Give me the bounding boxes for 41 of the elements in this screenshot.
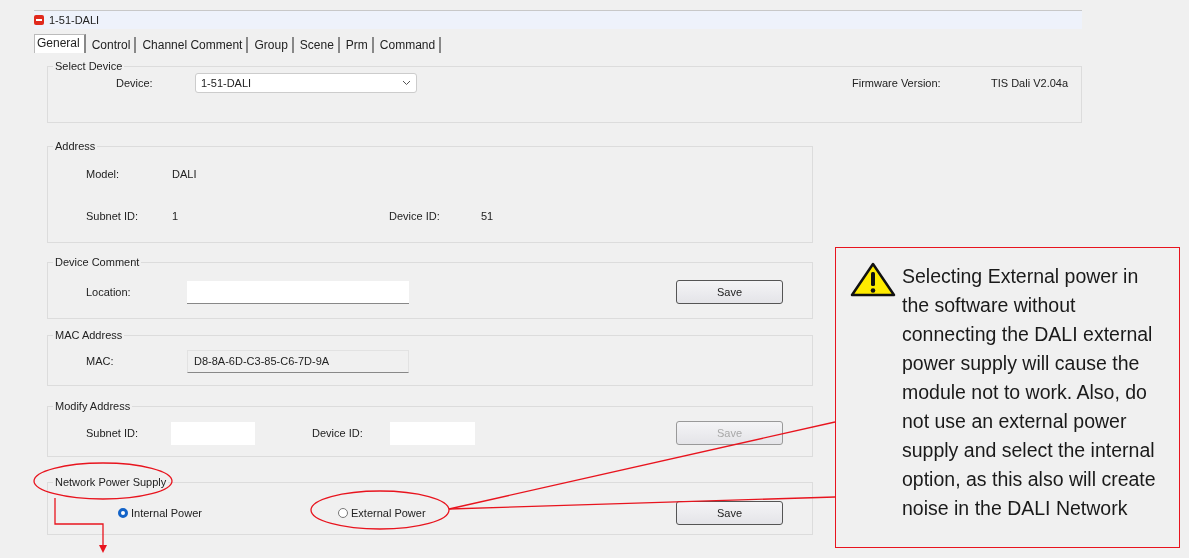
tab[interactable]: Group bbox=[252, 37, 294, 53]
group-title: Address bbox=[54, 140, 97, 153]
tab[interactable]: Scene bbox=[297, 37, 340, 53]
field-value: 1 bbox=[172, 208, 180, 224]
field-label: Location: bbox=[86, 284, 132, 300]
mac-field[interactable]: D8-8A-6D-C3-85-C6-7D-9A bbox=[187, 350, 409, 373]
radio-button[interactable] bbox=[338, 508, 348, 518]
field-value: 51 bbox=[481, 208, 494, 224]
chevron-icon bbox=[402, 80, 411, 86]
radio-label[interactable]: Internal Power bbox=[131, 504, 202, 522]
window-title: 1-51-DALI bbox=[49, 12, 100, 28]
tab[interactable]: Control bbox=[89, 37, 137, 53]
field-label: Device ID: bbox=[389, 208, 441, 224]
field-label: Subnet ID: bbox=[86, 425, 139, 441]
radio-label[interactable]: External Power bbox=[351, 504, 426, 522]
location-field[interactable] bbox=[187, 280, 409, 304]
field-label: Model: bbox=[86, 166, 121, 182]
tab[interactable]: Channel Comment bbox=[140, 37, 249, 53]
annotation-arrow bbox=[54, 497, 107, 553]
save-button[interactable]: Save bbox=[676, 280, 783, 304]
field-label: Device: bbox=[116, 75, 154, 91]
app-icon bbox=[34, 15, 44, 25]
field-label: Firmware Version: bbox=[852, 75, 942, 91]
group-title: MAC Address bbox=[54, 329, 124, 342]
field-label: Device ID: bbox=[312, 425, 364, 441]
field-label: MAC: bbox=[86, 354, 115, 370]
field-value: DALI bbox=[172, 166, 197, 182]
group-title: Network Power Supply bbox=[54, 476, 168, 489]
tab[interactable]: Prm bbox=[343, 37, 374, 53]
tab[interactable]: Command bbox=[377, 37, 442, 53]
field-value: TIS Dali V2.04a bbox=[991, 75, 1069, 91]
group-title: Select Device bbox=[54, 60, 124, 73]
warning-icon bbox=[850, 262, 896, 298]
group-title: Device Comment bbox=[54, 256, 141, 269]
radio-button[interactable] bbox=[118, 508, 128, 518]
save-button[interactable]: Save bbox=[676, 501, 783, 525]
warning-note: Selecting External power in the software without connecting the DALI external power supply will cause the module not to work. Also, do not use an external power supply and select the internal option, as this also will create noise in the DALI Network bbox=[902, 264, 1157, 521]
field-label: Subnet ID: bbox=[86, 208, 139, 224]
device-dropdown[interactable]: 1-51-DALI bbox=[195, 73, 417, 93]
group-title: Modify Address bbox=[54, 400, 132, 413]
tab[interactable]: General bbox=[34, 34, 86, 53]
